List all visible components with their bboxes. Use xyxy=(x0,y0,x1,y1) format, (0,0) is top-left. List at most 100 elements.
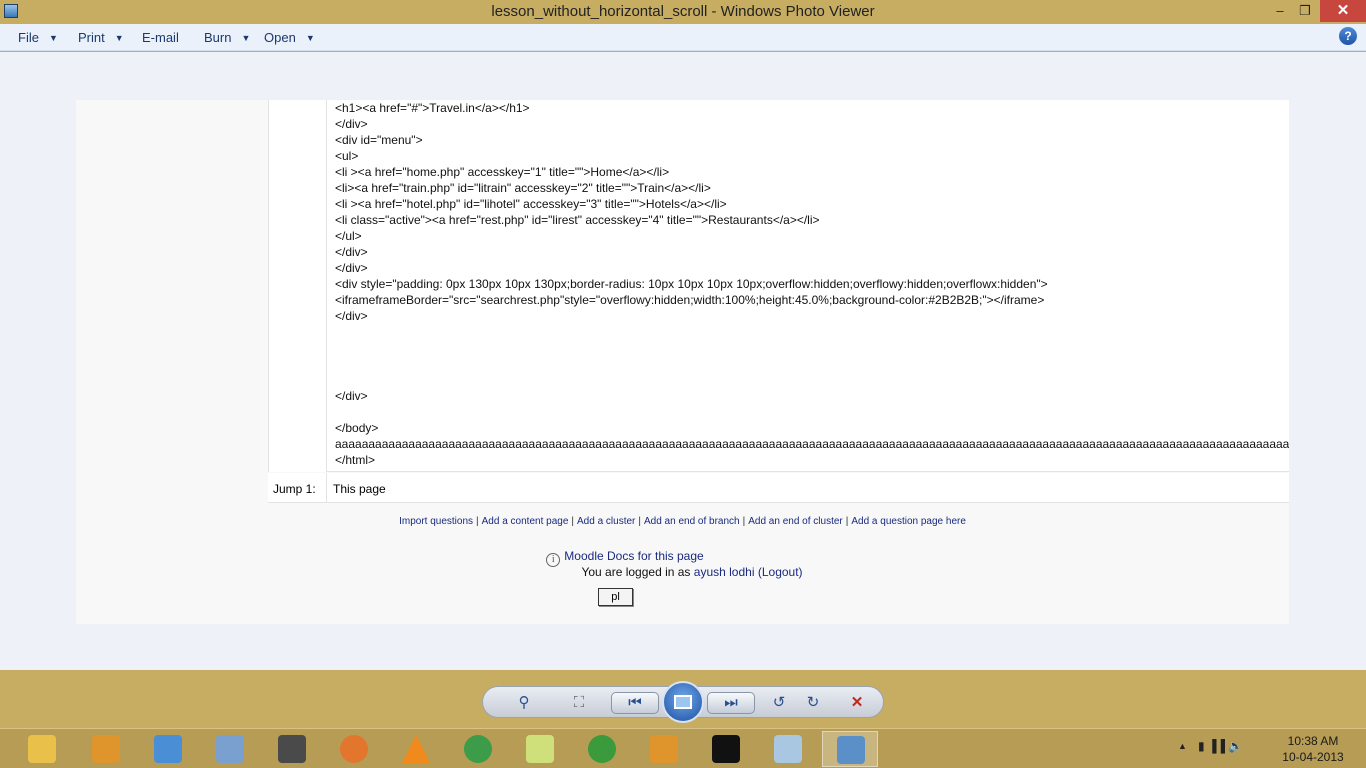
jump-divider xyxy=(326,473,327,503)
action-link: Add an end of cluster xyxy=(748,516,843,527)
zoom-icon[interactable]: ⚲ xyxy=(509,693,539,713)
command-prompt-icon xyxy=(712,735,740,763)
viewer-controls: ⚲ ⛶ ⏮ ⏭ ↺ ↻ ✕ xyxy=(0,670,1366,728)
file-explorer-icon xyxy=(28,735,56,763)
clock-time: 10:38 AM xyxy=(1287,734,1339,748)
photo-viewport: <h1><a href="#">Travel.in</a></h1> </div>… xyxy=(0,52,1366,670)
taskbar-photo-viewer-button[interactable] xyxy=(822,731,878,767)
clock[interactable]: 10:38 AM 10-04-2013 xyxy=(1278,733,1348,765)
taskbar-virtualbox-button[interactable] xyxy=(202,731,258,767)
minimize-button[interactable]: – xyxy=(1266,0,1294,22)
taskbar: ▲ ▮ ▐▐ 🔈 10:38 AM 10-04-2013 xyxy=(0,728,1366,768)
action-link: Add a content page xyxy=(481,516,569,527)
print-menu-label: Print xyxy=(78,30,105,45)
taskbar-control-panel-button[interactable] xyxy=(140,731,196,767)
file-menu[interactable]: File ▼ xyxy=(18,30,58,45)
code-line: </div> xyxy=(335,245,368,259)
email-menu[interactable]: E-mail xyxy=(142,30,179,45)
taskbar-file-explorer-button[interactable] xyxy=(14,731,70,767)
taskbar-command-prompt-button[interactable] xyxy=(698,731,754,767)
burn-menu[interactable]: Burn ▼ xyxy=(204,30,250,45)
code-line: </body> xyxy=(335,421,379,435)
rotate-right-icon[interactable]: ↻ xyxy=(801,693,825,713)
maximize-button[interactable]: ❐ xyxy=(1292,0,1318,22)
slideshow-icon xyxy=(674,695,692,709)
code-line: aaaaaaaaaaaaaaaaaaaaaaaaaaaaaaaaaaaaaaaa… xyxy=(335,437,1289,451)
jump-value: This page xyxy=(333,482,386,496)
chevron-down-icon: ▼ xyxy=(48,33,58,43)
previous-button[interactable]: ⏮ xyxy=(611,692,659,714)
taskbar-folder-window-button[interactable] xyxy=(78,731,134,767)
moodle-docs-link: i Moodle Docs for this page xyxy=(76,549,1174,567)
open-menu[interactable]: Open ▼ xyxy=(264,30,315,45)
link-separator: | xyxy=(638,516,641,527)
user-link: ayush lodhi xyxy=(693,565,755,579)
taskbar-notepad-button[interactable] xyxy=(760,731,816,767)
logout-link: (Logout) xyxy=(757,565,803,579)
code-listing: <h1><a href="#">Travel.in</a></h1> </div>… xyxy=(335,100,1289,468)
sublime-text-icon xyxy=(278,735,306,763)
chevron-down-icon: ▼ xyxy=(305,33,315,43)
code-gutter xyxy=(269,100,327,472)
taskbar-chrome-button[interactable] xyxy=(450,731,506,767)
control-bar: ⚲ ⛶ ⏮ ⏭ ↺ ↻ ✕ xyxy=(482,681,884,723)
link-separator: | xyxy=(476,516,479,527)
action-link: Add a question page here xyxy=(851,516,966,527)
code-line: <li ><a href="home.php" accesskey="1" ti… xyxy=(335,165,670,179)
code-line: <iframeframeBorder="src="searchrest.php"… xyxy=(335,293,1045,307)
docs-link-text: Moodle Docs for this page xyxy=(564,549,704,563)
login-info: You are logged in as ayush lodhi (Logout… xyxy=(76,565,1289,579)
taskbar-vlc-button[interactable] xyxy=(388,731,444,767)
taskbar-firefox-button[interactable] xyxy=(326,731,382,767)
code-line: </div> xyxy=(335,389,368,403)
clock-date: 10-04-2013 xyxy=(1282,750,1344,764)
taskbar-file-manager-button[interactable] xyxy=(636,731,692,767)
print-menu[interactable]: Print ▼ xyxy=(78,30,124,45)
code-line: <div id="menu"> xyxy=(335,133,423,147)
jump-row: Jump 1: This page xyxy=(268,473,1289,503)
code-line: </div> xyxy=(335,117,368,131)
tray-status-icons[interactable]: ▮ ▐▐ 🔈 xyxy=(1198,739,1243,753)
close-button[interactable]: ✕ xyxy=(1320,0,1366,22)
delete-icon[interactable]: ✕ xyxy=(845,693,869,713)
chrome-icon xyxy=(464,735,492,763)
next-icon: ⏭ xyxy=(724,694,738,711)
action-link: Add a cluster xyxy=(577,516,636,527)
taskbar-sublime-text-button[interactable] xyxy=(264,731,320,767)
email-menu-label: E-mail xyxy=(142,30,179,45)
window-title: lesson_without_horizontal_scroll - Windo… xyxy=(491,3,875,20)
code-line: <ul> xyxy=(335,149,359,163)
actual-size-icon[interactable]: ⛶ xyxy=(567,693,591,713)
chevron-down-icon: ▼ xyxy=(241,33,251,43)
help-icon[interactable]: ? xyxy=(1339,27,1357,45)
jump-label: Jump 1: xyxy=(273,482,316,496)
taskbar-utorrent-button[interactable] xyxy=(574,731,630,767)
virtualbox-icon xyxy=(216,735,244,763)
code-line: <li class="active"><a href="rest.php" id… xyxy=(335,213,820,227)
rotate-left-icon[interactable]: ↺ xyxy=(767,693,791,713)
code-line: </html> xyxy=(335,453,376,467)
code-line: </div> xyxy=(335,261,368,275)
link-separator: | xyxy=(742,516,746,527)
control-panel-icon xyxy=(154,735,182,763)
login-prefix: You are logged in as xyxy=(581,565,691,579)
code-line: <h1><a href="#">Travel.in</a></h1> xyxy=(335,101,530,115)
title-bar: lesson_without_horizontal_scroll - Windo… xyxy=(0,0,1366,24)
previous-icon: ⏮ xyxy=(628,694,642,711)
chevron-down-icon: ▼ xyxy=(114,33,124,43)
code-line: </ul> xyxy=(335,229,362,243)
taskbar-sticky-notes-button[interactable] xyxy=(512,731,568,767)
burn-menu-label: Burn xyxy=(204,30,232,45)
slideshow-button[interactable] xyxy=(662,681,704,723)
file-manager-icon xyxy=(650,735,678,763)
tray-expand-icon[interactable]: ▲ xyxy=(1178,741,1187,751)
next-button[interactable]: ⏭ xyxy=(707,692,755,714)
utorrent-icon xyxy=(588,735,616,763)
code-content-box: <h1><a href="#">Travel.in</a></h1> </div>… xyxy=(268,100,1289,472)
page-actions-links: Import questions | Add a content page | Add … xyxy=(76,516,1289,527)
